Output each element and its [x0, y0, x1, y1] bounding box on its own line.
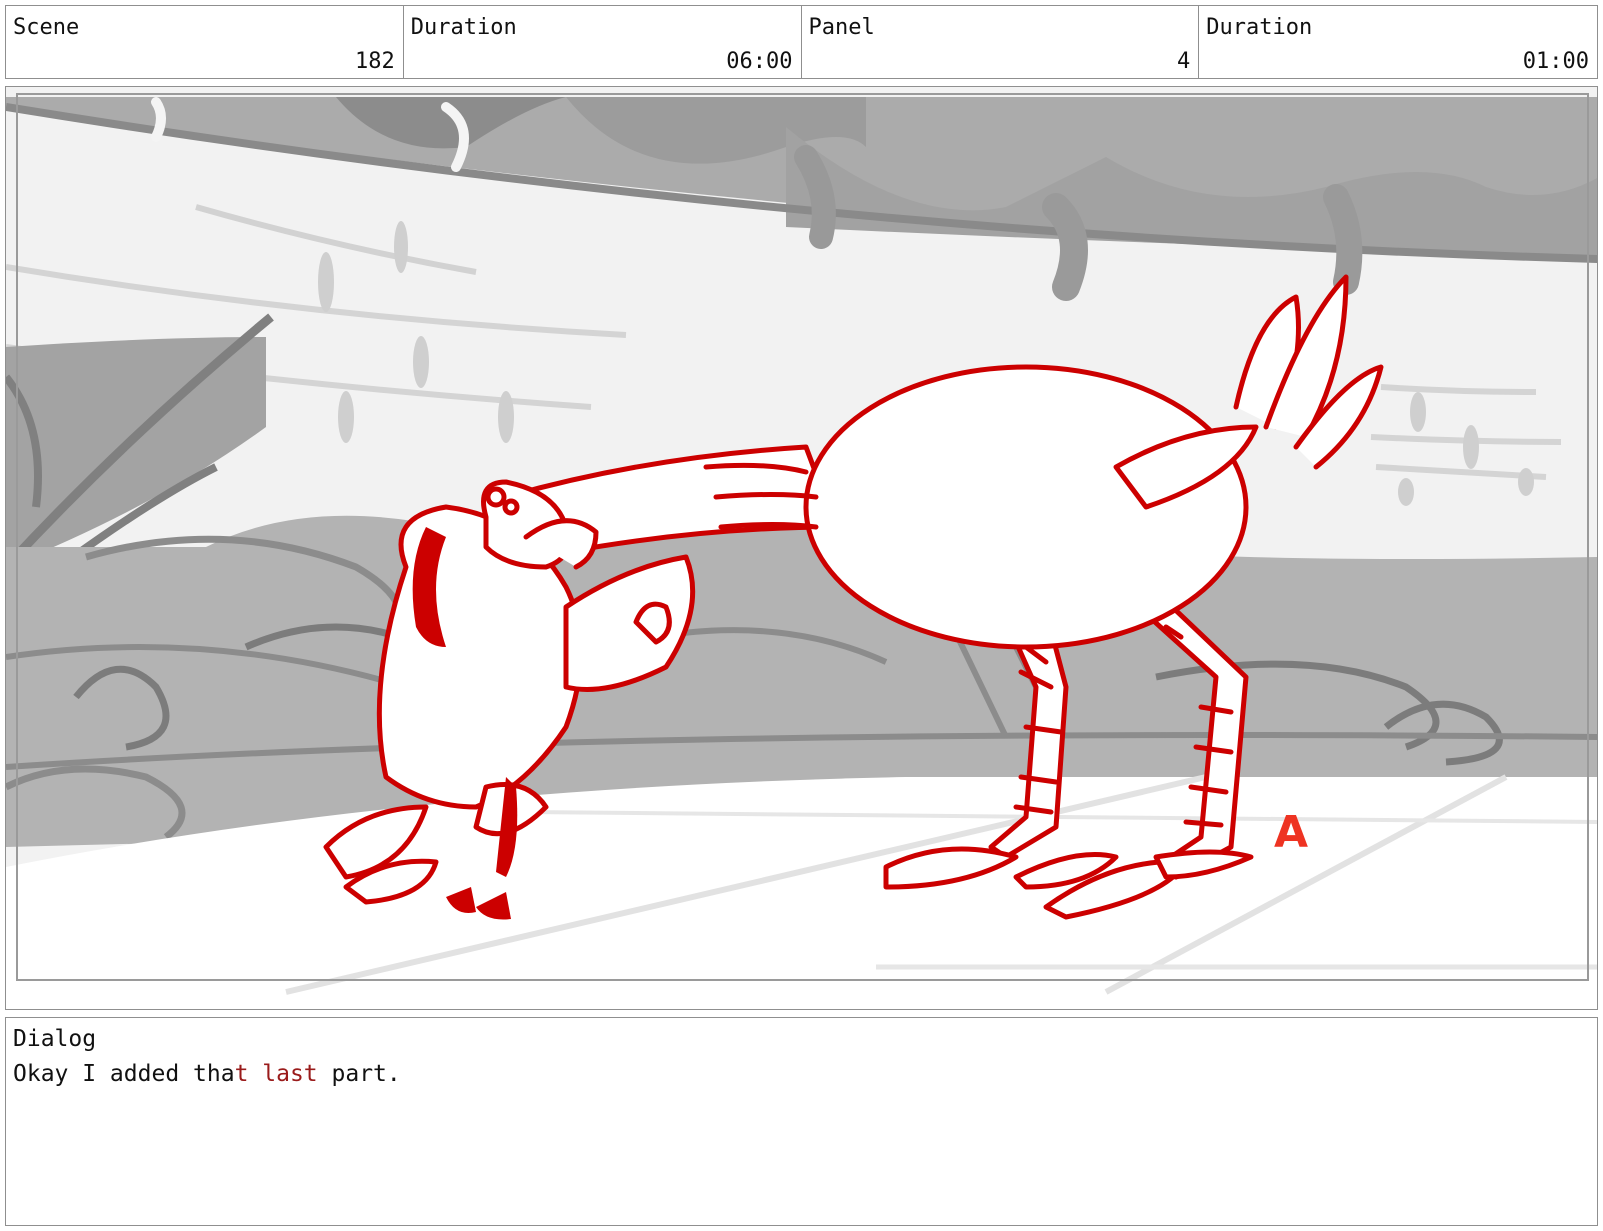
scene-duration-cell: Duration 06:00: [404, 6, 802, 78]
panel-number: 4: [1177, 49, 1191, 74]
scene-label: Scene: [13, 15, 80, 40]
dialog-label: Dialog: [13, 1026, 97, 1052]
panel-duration-label: Duration: [1206, 15, 1313, 40]
scene-number: 182: [355, 49, 395, 74]
panel-duration-value: 01:00: [1522, 49, 1589, 74]
scene-duration-value: 06:00: [726, 49, 793, 74]
panel-annotation: A: [1274, 807, 1308, 858]
panel-cell: Panel 4: [802, 6, 1200, 78]
dialog-text-highlighted: t last: [234, 1061, 318, 1087]
panel-label: Panel: [808, 15, 875, 40]
scene-duration-label: Duration: [410, 15, 517, 40]
dialog-box[interactable]: Dialog Okay I added that last part.: [5, 1017, 1598, 1226]
scene-cell: Scene 182: [6, 6, 404, 78]
panel-duration-cell: Duration 01:00: [1199, 6, 1597, 78]
storyboard-panel[interactable]: A: [5, 86, 1598, 1010]
dialog-text-part-3: part.: [317, 1061, 401, 1087]
dialog-text-part-1: Okay I added tha: [13, 1061, 235, 1087]
panel-info-header: Scene 182 Duration 06:00 Panel 4 Duratio…: [5, 5, 1598, 79]
storyboard-drawing: A: [6, 87, 1597, 1009]
dialog-text: Okay I added that last part.: [13, 1063, 401, 1086]
